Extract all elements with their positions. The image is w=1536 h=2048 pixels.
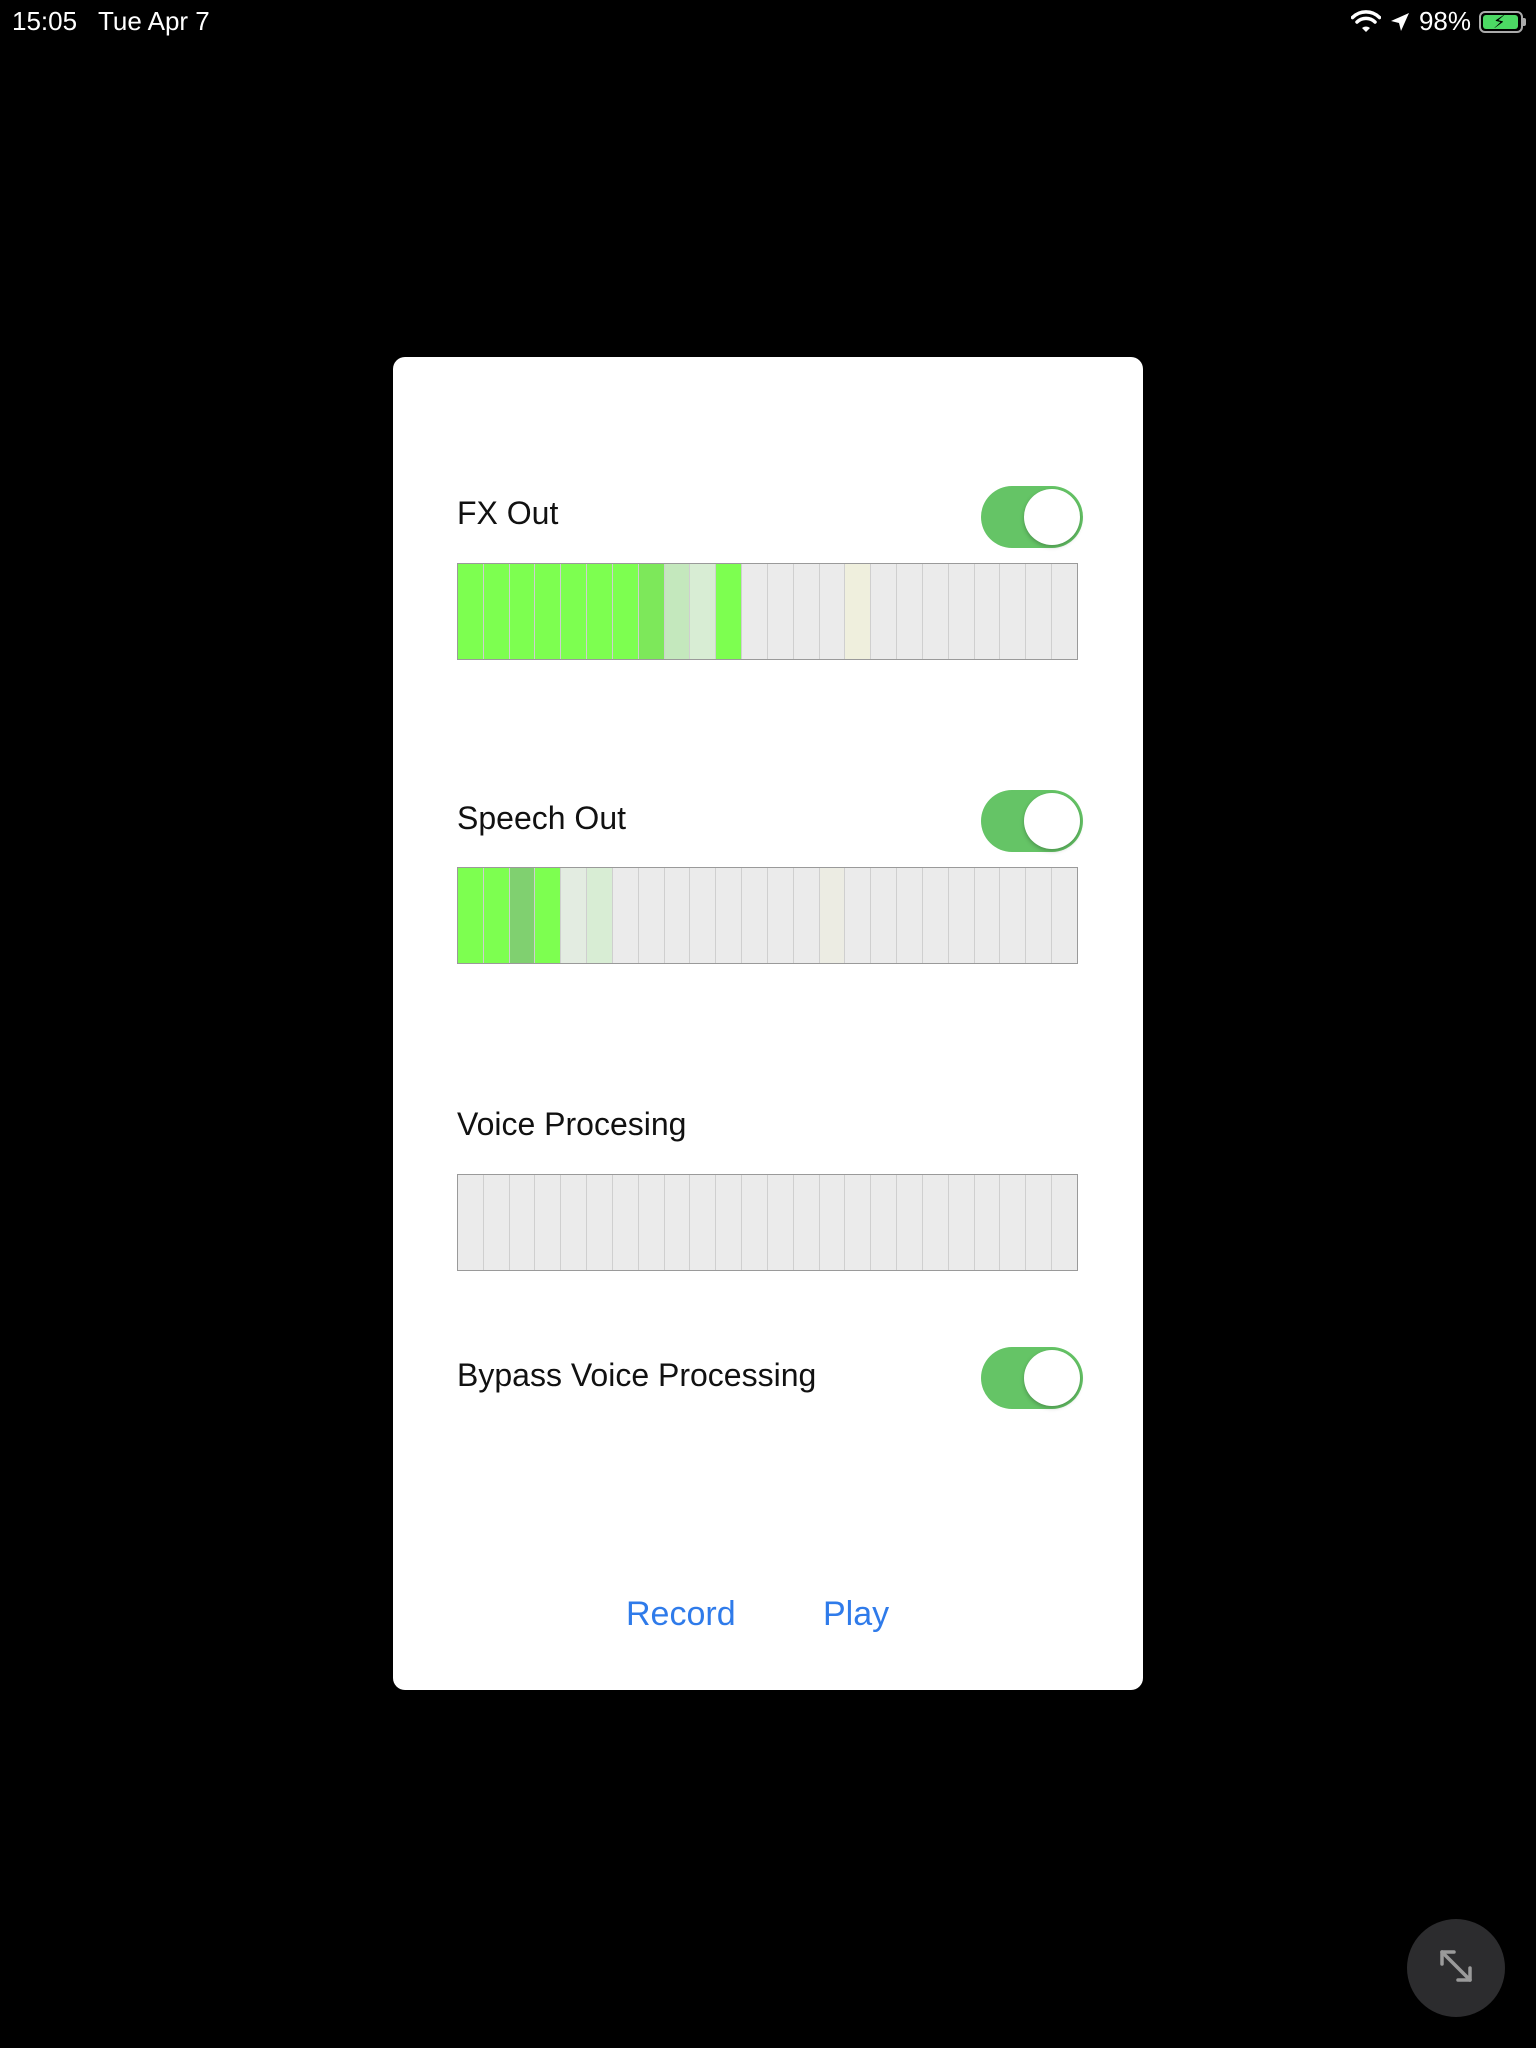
meter-segment [1000,564,1027,659]
meter-segment [561,564,588,659]
bypass-voice-processing-toggle[interactable] [981,1347,1083,1409]
meter-segment [948,564,975,659]
status-right-cluster: 98% ⚡ [1350,6,1526,37]
meter-segment [458,564,484,659]
meter-segment [897,868,923,963]
meter-segment [871,1175,898,1270]
meter-segment [974,868,1001,963]
meter-segment [897,564,923,659]
meter-segment [819,868,846,963]
meter-segment [922,868,949,963]
meter-segment [716,868,743,963]
meter-segment [948,868,975,963]
voice-processing-meter [457,1174,1078,1271]
meter-segment [664,868,691,963]
wifi-icon [1350,9,1381,34]
meter-segment [509,1175,536,1270]
meter-segment [742,564,768,659]
audio-settings-panel: FX Out Speech Out Voice Procesing Bypass… [393,357,1143,1690]
meter-segment [483,564,510,659]
meter-segment [716,1175,743,1270]
meter-segment [948,1175,975,1270]
meter-segment [535,868,562,963]
record-button[interactable]: Record [626,1595,736,1634]
meter-segment [458,868,484,963]
meter-segment [716,564,743,659]
meter-segment [587,564,613,659]
meter-segment [483,868,510,963]
bypass-voice-processing-label: Bypass Voice Processing [457,1357,817,1393]
meter-segment [819,564,846,659]
meter-segment [922,564,949,659]
fx-out-toggle[interactable] [981,486,1083,548]
fx-out-meter [457,563,1078,660]
meter-segment [871,868,898,963]
meter-segment [793,1175,820,1270]
location-arrow-icon [1389,11,1411,33]
battery-charging-icon: ⚡ [1479,10,1526,33]
meter-segment [871,564,898,659]
meter-segment [561,1175,588,1270]
meter-segment [535,564,562,659]
meter-segment [458,1175,484,1270]
expand-button[interactable] [1407,1919,1505,2017]
meter-segment [612,868,639,963]
meter-segment [1052,1175,1077,1270]
meter-segment [974,1175,1001,1270]
meter-segment [845,1175,872,1270]
meter-segment [509,564,536,659]
expand-arrows-icon [1432,1942,1480,1995]
play-button[interactable]: Play [823,1595,889,1634]
meter-segment [638,564,665,659]
meter-segment [612,1175,639,1270]
meter-segment [767,868,794,963]
speech-out-toggle[interactable] [981,790,1083,852]
meter-segment [664,1175,691,1270]
meter-segment [690,1175,717,1270]
speech-out-meter [457,867,1078,964]
meter-segment [1000,868,1027,963]
toggle-knob [1024,793,1080,849]
meter-segment [793,868,820,963]
status-date: Tue Apr 7 [98,6,210,36]
meter-segment [922,1175,949,1270]
meter-segment [845,564,872,659]
meter-segment [509,868,536,963]
voice-processing-label: Voice Procesing [457,1106,687,1142]
meter-segment [1000,1175,1027,1270]
meter-segment [561,868,588,963]
meter-segment [897,1175,923,1270]
meter-segment [767,1175,794,1270]
toggle-knob [1024,489,1080,545]
meter-segment [793,564,820,659]
meter-segment [1026,1175,1053,1270]
meter-segment [845,868,872,963]
meter-segment [664,564,691,659]
meter-segment [1026,868,1053,963]
meter-segment [690,564,717,659]
battery-percent: 98% [1418,6,1471,36]
meter-segment [587,1175,613,1270]
meter-segment [742,1175,768,1270]
meter-segment [638,868,665,963]
meter-segment [974,564,1001,659]
meter-segment [638,1175,665,1270]
fx-out-label: FX Out [457,495,559,531]
meter-segment [1052,868,1077,963]
meter-segment [767,564,794,659]
toggle-knob [1024,1350,1080,1406]
meter-segment [690,868,717,963]
meter-segment [535,1175,562,1270]
meter-segment [587,868,613,963]
meter-segment [1052,564,1077,659]
meter-segment [1026,564,1053,659]
meter-segment [819,1175,846,1270]
meter-segment [483,1175,510,1270]
speech-out-label: Speech Out [457,800,626,836]
meter-segment [742,868,768,963]
status-time: 15:05 [12,6,78,36]
status-bar: 15:05 Tue Apr 7 98% ⚡ [0,0,1536,40]
meter-segment [612,564,639,659]
